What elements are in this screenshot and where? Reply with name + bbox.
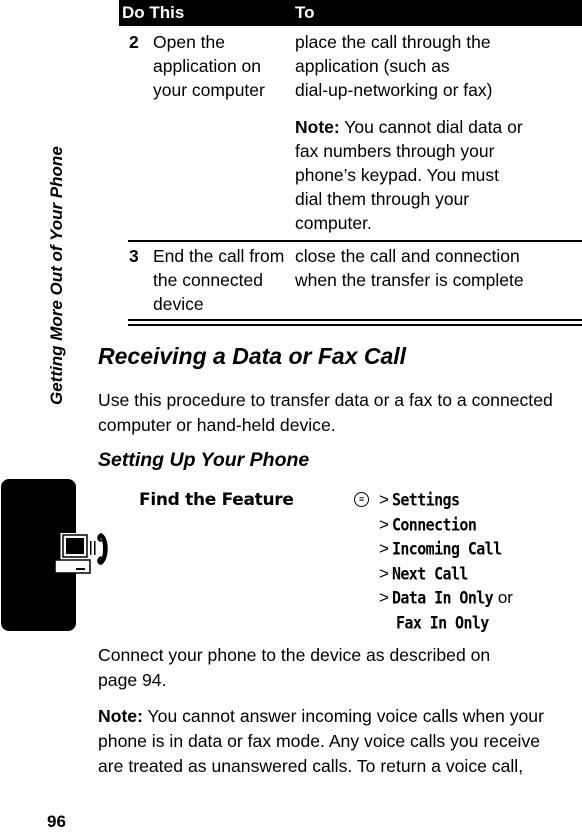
menu-path-item: > Connection	[379, 514, 477, 535]
note-label: Note:	[295, 117, 340, 137]
chapter-title: Getting More Out of Your Phone	[47, 146, 66, 405]
table-end-rule	[128, 324, 582, 326]
menu-path-item: Fax In Only	[396, 612, 489, 633]
table-end-rule	[128, 319, 582, 321]
subsection-title: Setting Up Your Phone	[98, 449, 310, 471]
menu-path-item: > Data In Only or	[379, 587, 513, 609]
page-number: 96	[47, 812, 66, 831]
menu-path-item: > Incoming Call	[379, 538, 502, 560]
computer-phone-icon	[54, 533, 108, 574]
steps-table: Do This To	[119, 0, 582, 26]
menu-path-item: > Next Call	[379, 563, 468, 584]
step-action: Open the application on your computer	[153, 32, 265, 100]
note-paragraph: Note: You cannot answer incoming voice c…	[98, 706, 544, 776]
step-number: 2	[129, 32, 139, 52]
menu-key-icon: ≡	[354, 492, 369, 507]
menu-path: > Settings > Connection > Incoming Call > Ne…	[379, 488, 513, 635]
table-header: Do This To	[119, 0, 582, 26]
column-header-do-this: Do This	[122, 3, 185, 22]
menu-path-item: > Settings	[379, 489, 460, 511]
connect-paragraph: Connect your phone to the device as desc…	[98, 645, 491, 690]
column-header-to: To	[295, 3, 315, 22]
note-label: Note:	[98, 706, 143, 726]
step-result: close the call and connection when the t…	[295, 246, 524, 290]
step-result: place the call through the application (…	[295, 32, 493, 100]
find-the-feature-label: Find the Feature	[139, 490, 294, 510]
step-action: End the call from the connected device	[153, 246, 285, 314]
step-number: 3	[129, 246, 139, 266]
intro-paragraph: Use this procedure to transfer data or a…	[98, 390, 553, 435]
section-title: Receiving a Data or Fax Call	[98, 343, 407, 369]
row-divider	[128, 240, 582, 242]
step-note: Note: You cannot dial data or fax number…	[295, 117, 523, 233]
